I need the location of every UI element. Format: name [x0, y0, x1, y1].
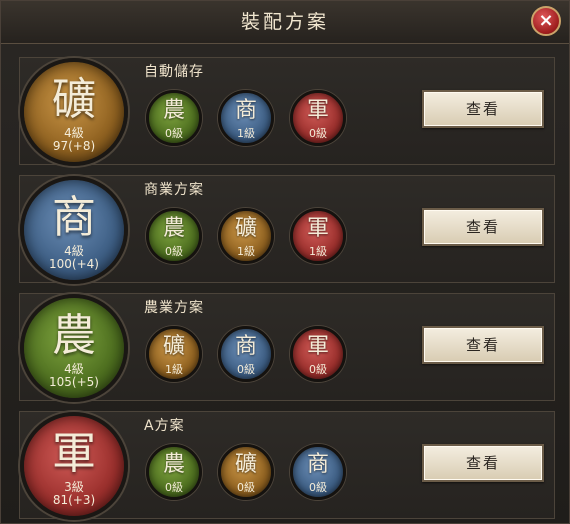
plan-row: 礦 4級 97(+8) 自動儲存 農 0級 商 1級 軍 0級 查看: [19, 57, 555, 166]
main-medal-value: 100(+4): [49, 257, 99, 271]
slot-level: 0級: [165, 481, 183, 494]
slot-medal: 商 1級: [218, 90, 274, 146]
slot-glyph: 商: [234, 98, 257, 123]
slot-medal: 軍 0級: [290, 90, 346, 146]
slot-level: 0級: [165, 245, 183, 258]
main-medal-glyph: 軍: [52, 428, 96, 479]
main-medal-value: 97(+8): [52, 139, 96, 153]
slot-medal: 商 0級: [218, 326, 274, 382]
main-medal: 農 4級 105(+5): [20, 294, 128, 402]
main-medal: 礦 4級 97(+8): [20, 58, 128, 166]
slot-medal: 商 0級: [290, 444, 346, 500]
view-button[interactable]: 查看: [422, 444, 544, 482]
close-icon[interactable]: ×: [531, 6, 561, 36]
plan-row: 軍 3級 81(+3) A方案 農 0級 礦 0級 商 0級 查看: [19, 411, 555, 520]
slot-medal: 礦 0級: [218, 444, 274, 500]
plan-title: 商業方案: [144, 182, 204, 198]
plan-title: 農業方案: [144, 300, 204, 316]
slot-medal: 農 0級: [146, 444, 202, 500]
main-medal-glyph: 礦: [52, 74, 96, 125]
slot-glyph: 礦: [162, 334, 185, 359]
slot-level: 0級: [237, 481, 255, 494]
slot-level: 0級: [237, 363, 255, 376]
main-medal: 商 4級 100(+4): [20, 176, 128, 284]
equipment-plans-dialog: 裝配方案 × 礦 4級 97(+8) 自動儲存 農 0級 商 1級 軍 0級 查…: [0, 0, 570, 524]
slot-glyph: 商: [306, 452, 329, 477]
slot-glyph: 礦: [234, 452, 257, 477]
slot-glyph: 軍: [306, 98, 329, 123]
slot-medal: 農 0級: [146, 208, 202, 264]
plan-title: 自動儲存: [144, 64, 204, 80]
main-medal-value: 105(+5): [49, 375, 99, 389]
slot-level: 0級: [309, 481, 327, 494]
plan-title: A方案: [144, 418, 185, 434]
slot-medal: 軍 1級: [290, 208, 346, 264]
plan-row: 農 4級 105(+5) 農業方案 礦 1級 商 0級 軍 0級 查看: [19, 293, 555, 402]
slot-medal: 礦 1級: [218, 208, 274, 264]
main-medal: 軍 3級 81(+3): [20, 412, 128, 520]
view-button[interactable]: 查看: [422, 208, 544, 246]
slot-glyph: 礦: [234, 216, 257, 241]
main-medal-value: 81(+3): [52, 493, 96, 507]
slot-level: 1級: [237, 127, 255, 140]
slot-glyph: 軍: [306, 334, 329, 359]
view-button[interactable]: 查看: [422, 90, 544, 128]
slot-medal: 礦 1級: [146, 326, 202, 382]
slot-glyph: 商: [234, 334, 257, 359]
slot-medal: 軍 0級: [290, 326, 346, 382]
view-button[interactable]: 查看: [422, 326, 544, 364]
slot-level: 1級: [237, 245, 255, 258]
slot-level: 0級: [309, 363, 327, 376]
slot-glyph: 農: [162, 216, 185, 241]
slot-medal: 農 0級: [146, 90, 202, 146]
slot-glyph: 農: [162, 452, 185, 477]
slot-level: 1級: [309, 245, 327, 258]
main-medal-glyph: 商: [52, 192, 96, 243]
main-medal-glyph: 農: [52, 310, 96, 361]
slot-glyph: 農: [162, 98, 185, 123]
slot-level: 1級: [165, 363, 183, 376]
dialog-title: 裝配方案: [1, 1, 569, 44]
slot-level: 0級: [309, 127, 327, 140]
slot-glyph: 軍: [306, 216, 329, 241]
slot-level: 0級: [165, 127, 183, 140]
plan-row: 商 4級 100(+4) 商業方案 農 0級 礦 1級 軍 1級 查看: [19, 175, 555, 284]
